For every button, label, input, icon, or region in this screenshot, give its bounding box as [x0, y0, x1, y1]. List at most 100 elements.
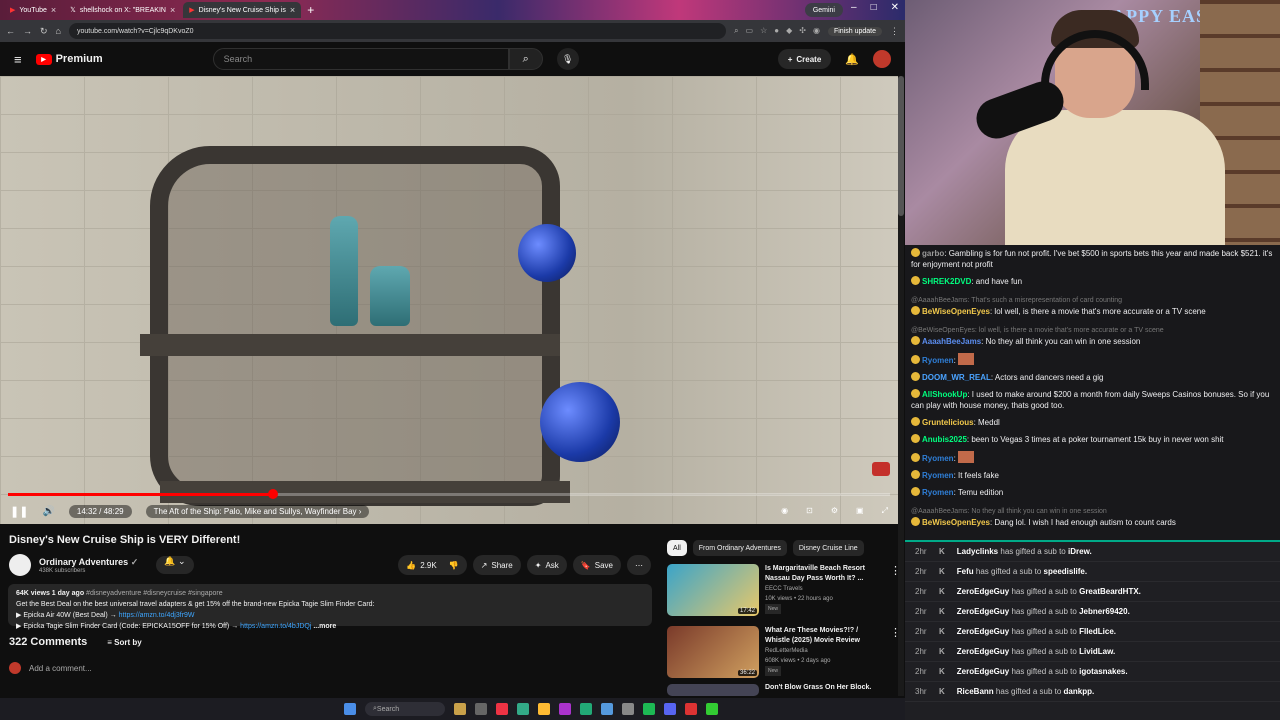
add-comment-row[interactable]: Add a comment...: [0, 662, 660, 674]
like-button[interactable]: 👍 2.9K 👎: [398, 555, 467, 575]
taskbar-app-icon[interactable]: [580, 703, 592, 715]
chat-username[interactable]: BeWiseOpenEyes: [922, 518, 990, 527]
subscribe-watermark-icon[interactable]: [872, 462, 890, 476]
chat-username[interactable]: AaaahBeeJams: [922, 337, 981, 346]
hamburger-icon[interactable]: ≡: [14, 52, 22, 67]
close-tab-icon[interactable]: ×: [290, 5, 295, 15]
url-field[interactable]: youtube.com/watch?v=Cjlc9qDKvoZ0: [68, 23, 727, 39]
chat-username[interactable]: Ryomen: [922, 488, 954, 497]
extension-icon[interactable]: ●: [774, 26, 779, 36]
channel-name[interactable]: Ordinary Adventures ✓: [39, 557, 138, 568]
channel-name[interactable]: RedLetterMedia: [765, 646, 884, 656]
list-item[interactable]: 36:22 What Are These Movies?!? / Whistle…: [667, 626, 901, 680]
more-link[interactable]: ...more: [313, 623, 336, 630]
chat-username[interactable]: SHREK2DVD: [922, 277, 971, 286]
scrollbar-thumb[interactable]: [898, 76, 904, 216]
cast-icon[interactable]: ▭: [746, 26, 754, 36]
video-thumbnail[interactable]: 36:22: [667, 626, 759, 678]
profile-icon[interactable]: ◉: [813, 26, 820, 36]
chat-username[interactable]: Anubis2025: [922, 435, 967, 444]
share-button[interactable]: ↗ Share: [472, 555, 521, 575]
taskbar-app-icon[interactable]: [622, 703, 634, 715]
captions-icon[interactable]: ⊡: [806, 506, 813, 516]
add-comment-input[interactable]: Add a comment...: [29, 664, 92, 673]
avatar[interactable]: [873, 50, 891, 68]
taskbar-app-icon[interactable]: [538, 703, 550, 715]
tab-disney[interactable]: ▶ Disney's New Cruise Ship is ×: [183, 2, 302, 18]
miniplayer-icon[interactable]: ▣: [856, 506, 864, 516]
tab-youtube[interactable]: ▶ YouTube ×: [4, 2, 62, 18]
page-scrollbar[interactable]: [898, 76, 904, 696]
chip-all[interactable]: All: [667, 540, 687, 556]
video-title[interactable]: What Are These Movies?!? / Whistle (2025…: [765, 626, 884, 646]
zoom-icon[interactable]: ⌕: [734, 26, 738, 36]
chat-username[interactable]: DOOM_WR_REAL: [922, 373, 991, 382]
taskbar-app-icon[interactable]: [706, 703, 718, 715]
video-title[interactable]: Don't Blow Grass On Her Block.: [765, 684, 871, 698]
tab-x[interactable]: 𝕏shellshock on X: "BREAKIN ×: [64, 2, 181, 18]
volume-icon[interactable]: 🔊: [42, 506, 54, 517]
close-tab-icon[interactable]: ×: [51, 5, 56, 15]
search-input[interactable]: Search: [212, 48, 509, 70]
chat-username[interactable]: garbo: [922, 249, 944, 258]
description-link[interactable]: https://amzn.to/4dj3fr9W: [119, 612, 195, 619]
subscription-bell-button[interactable]: 🔔 ⌄: [156, 556, 194, 574]
back-icon[interactable]: ←: [6, 26, 15, 36]
channel-name[interactable]: EECC Travels: [765, 584, 884, 594]
more-actions-icon[interactable]: ⋯: [627, 555, 651, 575]
taskbar-app-icon[interactable]: [685, 703, 697, 715]
taskbar-app-icon[interactable]: [475, 703, 487, 715]
taskbar-app-icon[interactable]: [496, 703, 508, 715]
finish-update-button[interactable]: Finish update: [827, 26, 882, 36]
ask-button[interactable]: ✦ Ask: [526, 555, 567, 575]
sort-button[interactable]: ≡ Sort by: [107, 638, 141, 647]
chapter-title[interactable]: The Aft of the Ship: Palo, Mike and Sull…: [145, 504, 370, 518]
progress-bar[interactable]: [8, 489, 890, 499]
chat-username[interactable]: Ryomen: [922, 454, 954, 463]
video-thumbnail[interactable]: 17:42: [667, 564, 759, 616]
chat-username[interactable]: Ryomen: [922, 471, 954, 480]
video-player[interactable]: ❚❚ 🔊 14:32 / 48:29 The Aft of the Ship: …: [0, 76, 898, 524]
chat-username[interactable]: Gruntelicious: [922, 418, 974, 427]
taskbar-app-icon[interactable]: [664, 703, 676, 715]
extension-icon[interactable]: ◆: [786, 26, 792, 36]
menu-dots-icon[interactable]: ⋮: [890, 26, 899, 37]
scrubber-handle[interactable]: [267, 489, 278, 499]
taskbar-app-icon[interactable]: [559, 703, 571, 715]
thumbs-down-icon[interactable]: 👎: [449, 561, 459, 570]
home-icon[interactable]: ⌂: [56, 26, 61, 36]
autoplay-toggle-icon[interactable]: ◉: [781, 506, 788, 516]
youtube-logo[interactable]: ▶ Premium: [35, 53, 103, 65]
list-item[interactable]: 17:42 Is Margaritaville Beach Resort Nas…: [667, 564, 901, 618]
create-button[interactable]: + Create: [777, 49, 832, 69]
list-item[interactable]: Don't Blow Grass On Her Block.: [667, 684, 901, 698]
close-window-icon[interactable]: ✕: [891, 2, 899, 13]
new-tab-icon[interactable]: +: [307, 3, 314, 17]
taskbar-search[interactable]: ⌕ Search: [365, 702, 445, 716]
gemini-button[interactable]: Gemini: [804, 3, 843, 17]
chip-disney-cruise-line[interactable]: Disney Cruise Line: [792, 540, 864, 556]
forward-icon[interactable]: →: [23, 26, 32, 36]
search-button[interactable]: ⌕: [508, 48, 543, 70]
description-box[interactable]: 64K views 1 day ago #disneyadventure #di…: [8, 584, 652, 630]
chip-from-channel[interactable]: From Ordinary Adventures: [692, 540, 787, 556]
taskbar-app-icon[interactable]: [601, 703, 613, 715]
maximize-icon[interactable]: □: [871, 2, 877, 13]
video-title[interactable]: Is Margaritaville Beach Resort Nassau Da…: [765, 564, 884, 584]
taskbar-app-icon[interactable]: [454, 703, 466, 715]
chat-username[interactable]: BeWiseOpenEyes: [922, 307, 990, 316]
video-thumbnail[interactable]: [667, 684, 759, 696]
reload-icon[interactable]: ↻: [40, 26, 48, 37]
pause-icon[interactable]: ❚❚: [10, 505, 28, 518]
channel-avatar[interactable]: [9, 554, 31, 576]
voice-search-icon[interactable]: 🎙: [556, 48, 579, 70]
settings-gear-icon[interactable]: ⚙: [831, 506, 838, 516]
chat-username[interactable]: AllShookUp: [922, 390, 967, 399]
taskbar-app-icon[interactable]: [643, 703, 655, 715]
save-button[interactable]: 🔖 Save: [572, 555, 621, 575]
notifications-icon[interactable]: 🔔: [845, 53, 859, 66]
minimize-icon[interactable]: –: [851, 2, 857, 13]
puzzle-icon[interactable]: ✣: [799, 26, 806, 36]
windows-start-icon[interactable]: [344, 703, 356, 715]
star-icon[interactable]: ☆: [760, 26, 767, 36]
